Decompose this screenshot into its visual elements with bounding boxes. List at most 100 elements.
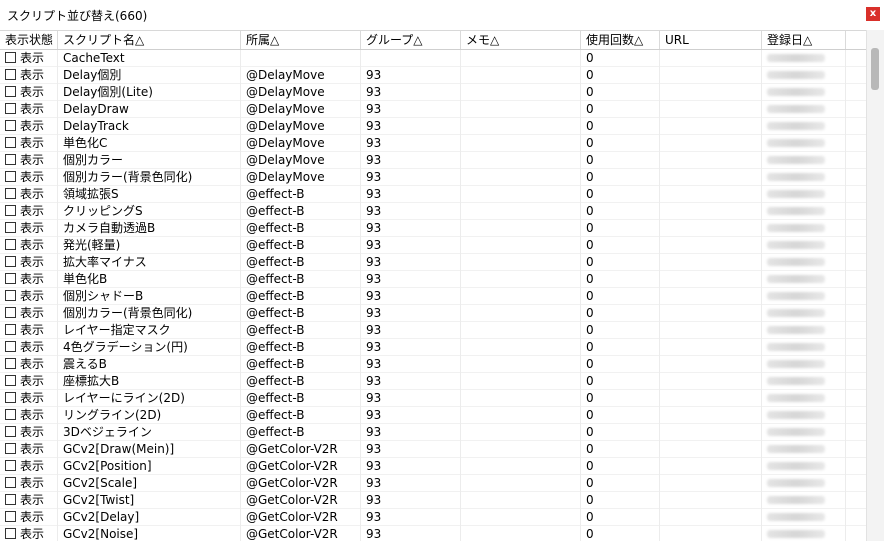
state-cell[interactable]: 表示 <box>0 458 58 475</box>
table-row[interactable]: 表示 個別カラー(背景色同化) @effect-B 93 0 <box>0 305 866 322</box>
url-cell[interactable] <box>660 135 762 152</box>
memo-cell[interactable] <box>461 50 581 67</box>
script-name-cell[interactable]: 個別シャドーB <box>58 288 241 305</box>
date-cell[interactable] <box>762 237 846 254</box>
owner-cell[interactable]: @DelayMove <box>241 84 361 101</box>
visibility-checkbox[interactable] <box>5 460 16 471</box>
visibility-checkbox[interactable] <box>5 324 16 335</box>
state-cell[interactable]: 表示 <box>0 254 58 271</box>
usage-cell[interactable]: 0 <box>581 339 660 356</box>
table-row[interactable]: 表示 クリッピングS @effect-B 93 0 <box>0 203 866 220</box>
usage-cell[interactable]: 0 <box>581 50 660 67</box>
group-cell[interactable]: 93 <box>361 390 461 407</box>
state-cell[interactable]: 表示 <box>0 526 58 541</box>
owner-cell[interactable]: @effect-B <box>241 339 361 356</box>
script-name-cell[interactable]: GCv2[Draw(Mein)] <box>58 441 241 458</box>
column-header-group[interactable]: グループ△ <box>361 31 461 49</box>
url-cell[interactable] <box>660 220 762 237</box>
date-cell[interactable] <box>762 441 846 458</box>
group-cell[interactable]: 93 <box>361 492 461 509</box>
state-cell[interactable]: 表示 <box>0 118 58 135</box>
table-row[interactable]: 表示 単色化C @DelayMove 93 0 <box>0 135 866 152</box>
url-cell[interactable] <box>660 407 762 424</box>
owner-cell[interactable]: @effect-B <box>241 373 361 390</box>
owner-cell[interactable]: @effect-B <box>241 424 361 441</box>
script-name-cell[interactable]: 個別カラー <box>58 152 241 169</box>
visibility-checkbox[interactable] <box>5 188 16 199</box>
url-cell[interactable] <box>660 67 762 84</box>
table-row[interactable]: 表示 レイヤー指定マスク @effect-B 93 0 <box>0 322 866 339</box>
state-cell[interactable]: 表示 <box>0 407 58 424</box>
group-cell[interactable]: 93 <box>361 288 461 305</box>
table-row[interactable]: 表示 リングライン(2D) @effect-B 93 0 <box>0 407 866 424</box>
table-row[interactable]: 表示 CacheText 0 <box>0 50 866 67</box>
table-row[interactable]: 表示 領域拡張S @effect-B 93 0 <box>0 186 866 203</box>
table-row[interactable]: 表示 拡大率マイナス @effect-B 93 0 <box>0 254 866 271</box>
close-button[interactable]: x <box>866 7 880 21</box>
url-cell[interactable] <box>660 475 762 492</box>
usage-cell[interactable]: 0 <box>581 169 660 186</box>
group-cell[interactable]: 93 <box>361 509 461 526</box>
usage-cell[interactable]: 0 <box>581 526 660 541</box>
usage-cell[interactable]: 0 <box>581 305 660 322</box>
url-cell[interactable] <box>660 441 762 458</box>
owner-cell[interactable]: @DelayMove <box>241 118 361 135</box>
usage-cell[interactable]: 0 <box>581 509 660 526</box>
table-row[interactable]: 表示 4色グラデーション(円) @effect-B 93 0 <box>0 339 866 356</box>
group-cell[interactable]: 93 <box>361 424 461 441</box>
group-cell[interactable]: 93 <box>361 169 461 186</box>
url-cell[interactable] <box>660 84 762 101</box>
date-cell[interactable] <box>762 373 846 390</box>
date-cell[interactable] <box>762 475 846 492</box>
group-cell[interactable]: 93 <box>361 373 461 390</box>
memo-cell[interactable] <box>461 203 581 220</box>
url-cell[interactable] <box>660 322 762 339</box>
date-cell[interactable] <box>762 390 846 407</box>
table-row[interactable]: 表示 GCv2[Twist] @GetColor-V2R 93 0 <box>0 492 866 509</box>
group-cell[interactable]: 93 <box>361 356 461 373</box>
table-row[interactable]: 表示 3Dベジェライン @effect-B 93 0 <box>0 424 866 441</box>
visibility-checkbox[interactable] <box>5 103 16 114</box>
state-cell[interactable]: 表示 <box>0 67 58 84</box>
table-row[interactable]: 表示 DelayDraw @DelayMove 93 0 <box>0 101 866 118</box>
memo-cell[interactable] <box>461 67 581 84</box>
memo-cell[interactable] <box>461 101 581 118</box>
scrollbar-thumb[interactable] <box>871 48 879 90</box>
date-cell[interactable] <box>762 135 846 152</box>
group-cell[interactable]: 93 <box>361 271 461 288</box>
memo-cell[interactable] <box>461 526 581 541</box>
owner-cell[interactable] <box>241 50 361 67</box>
state-cell[interactable]: 表示 <box>0 441 58 458</box>
usage-cell[interactable]: 0 <box>581 373 660 390</box>
usage-cell[interactable]: 0 <box>581 67 660 84</box>
date-cell[interactable] <box>762 288 846 305</box>
table-row[interactable]: 表示 単色化B @effect-B 93 0 <box>0 271 866 288</box>
script-name-cell[interactable]: 単色化C <box>58 135 241 152</box>
script-name-cell[interactable]: 個別カラー(背景色同化) <box>58 169 241 186</box>
group-cell[interactable]: 93 <box>361 203 461 220</box>
usage-cell[interactable]: 0 <box>581 424 660 441</box>
state-cell[interactable]: 表示 <box>0 492 58 509</box>
owner-cell[interactable]: @effect-B <box>241 237 361 254</box>
state-cell[interactable]: 表示 <box>0 169 58 186</box>
owner-cell[interactable]: @effect-B <box>241 356 361 373</box>
memo-cell[interactable] <box>461 441 581 458</box>
table-row[interactable]: 表示 個別カラー @DelayMove 93 0 <box>0 152 866 169</box>
memo-cell[interactable] <box>461 475 581 492</box>
owner-cell[interactable]: @DelayMove <box>241 152 361 169</box>
script-name-cell[interactable]: 個別カラー(背景色同化) <box>58 305 241 322</box>
table-row[interactable]: 表示 個別シャドーB @effect-B 93 0 <box>0 288 866 305</box>
usage-cell[interactable]: 0 <box>581 475 660 492</box>
memo-cell[interactable] <box>461 373 581 390</box>
date-cell[interactable] <box>762 356 846 373</box>
group-cell[interactable]: 93 <box>361 407 461 424</box>
memo-cell[interactable] <box>461 152 581 169</box>
date-cell[interactable] <box>762 458 846 475</box>
usage-cell[interactable]: 0 <box>581 492 660 509</box>
group-cell[interactable]: 93 <box>361 526 461 541</box>
date-cell[interactable] <box>762 271 846 288</box>
table-row[interactable]: 表示 Delay個別 @DelayMove 93 0 <box>0 67 866 84</box>
group-cell[interactable]: 93 <box>361 152 461 169</box>
state-cell[interactable]: 表示 <box>0 424 58 441</box>
date-cell[interactable] <box>762 186 846 203</box>
